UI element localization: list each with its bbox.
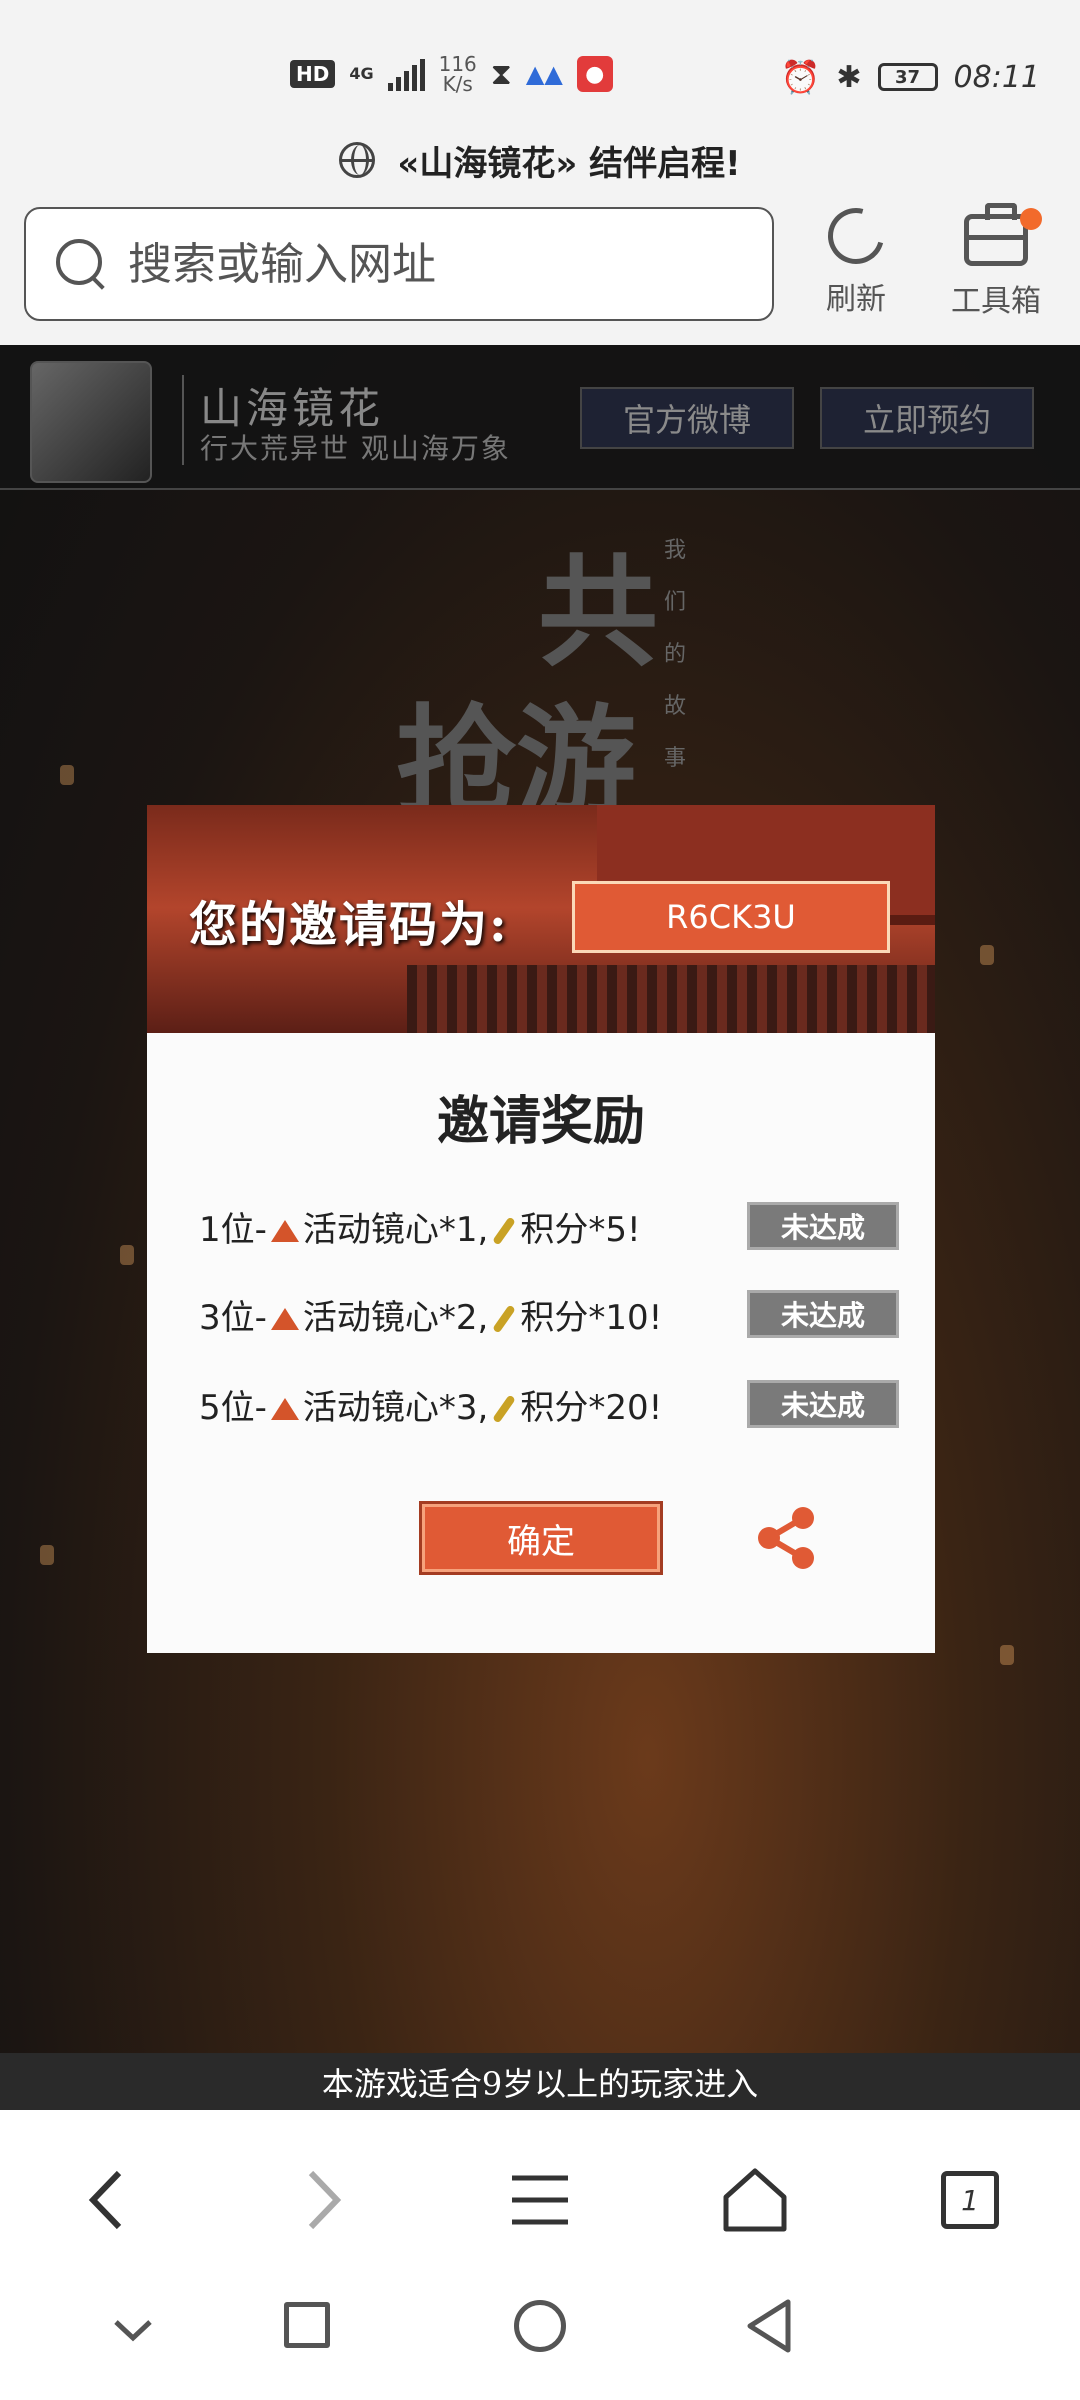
microphone-icon: ● [576, 56, 613, 92]
alarm-icon: ⏰ [780, 58, 821, 96]
cloud-icon: ▲▲ [525, 60, 563, 88]
invite-code-header: 您的邀请码为: R6CK3U [147, 805, 935, 1033]
toolbox-icon [964, 203, 1028, 266]
forward-button[interactable] [284, 2160, 364, 2240]
toolbox-button[interactable]: 工具箱 [936, 203, 1056, 328]
back-nav-button[interactable] [740, 2296, 800, 2360]
collapse-button[interactable] [108, 2310, 158, 2354]
mirror-icon [270, 1308, 299, 1330]
network-label: 4G [349, 64, 374, 83]
notification-dot [1020, 208, 1042, 230]
search-input[interactable] [126, 237, 726, 291]
feather-icon [492, 1216, 517, 1246]
home-nav-button[interactable] [514, 2300, 566, 2352]
page-title-bar: «山海镜花» 结伴启程! [0, 130, 1080, 190]
lantern-decoration [120, 1245, 134, 1265]
refresh-icon [817, 197, 895, 275]
refresh-label: 刷新 [826, 282, 886, 317]
reward-status-badge: 未达成 [747, 1380, 899, 1428]
dialog-title: 邀请奖励 [436, 1091, 645, 1152]
chevron-down-icon [114, 2320, 152, 2342]
status-left: HD 4G 116 K/s ⧗ ▲▲ ● [290, 54, 613, 94]
tabs-button[interactable]: 1 [930, 2160, 1010, 2240]
reward-text: 3位- 活动镜心*2, 积分*10! [199, 1297, 663, 1338]
roof-tiles-decoration [407, 965, 935, 1033]
network-speed: 116 K/s [438, 52, 477, 96]
hourglass-icon: ⧗ [490, 56, 512, 92]
age-notice: 本游戏适合9岁以上的玩家进入 [0, 2053, 1080, 2110]
reward-row: 3位- 活动镜心*2, 积分*10! 未达成 [199, 1289, 899, 1339]
signal-icon [387, 57, 425, 91]
vertical-tagline: 我 们 的 故 事 一 [663, 538, 686, 823]
reward-status-badge: 未达成 [747, 1290, 899, 1338]
invite-rewards-dialog: 邀请奖励 1位- 活动镜心*1, 积分*5! 未达成 3位- 活动镜心*2, 积分*10… [147, 1033, 935, 1653]
game-avatar [30, 361, 152, 483]
menu-button[interactable] [500, 2160, 580, 2240]
lantern-decoration [60, 765, 74, 785]
official-weibo-button[interactable]: 官方微博 [580, 387, 794, 449]
battery-icon: 37 [877, 63, 938, 91]
clock: 08:11 [953, 59, 1040, 95]
system-navigation-bar [0, 2290, 1080, 2400]
back-button[interactable] [66, 2160, 146, 2240]
game-tagline: 行大荒异世 观山海万象 [200, 432, 511, 465]
header-divider [182, 375, 184, 465]
page-title: «山海镜花» 结伴启程! [397, 143, 741, 184]
mirror-icon [270, 1398, 299, 1420]
tabs-count: 1 [941, 2171, 999, 2229]
lantern-decoration [980, 945, 994, 965]
share-icon[interactable] [751, 1503, 821, 1573]
reward-row: 5位- 活动镜心*3, 积分*20! 未达成 [199, 1379, 899, 1429]
search-icon [56, 239, 106, 289]
status-bar: HD 4G 116 K/s ⧗ ▲▲ ● ⏰ ✱ 37 08:11 [0, 0, 1080, 130]
lantern-decoration [40, 1545, 54, 1565]
back-icon [88, 2170, 122, 2230]
menu-icon [512, 2175, 568, 2225]
recents-button[interactable] [284, 2302, 330, 2348]
reward-text: 1位- 活动镜心*1, 积分*5! [199, 1209, 641, 1250]
address-bar[interactable] [24, 207, 774, 321]
browser-toolbar: 1 [0, 2110, 1080, 2290]
bluetooth-icon: ✱ [836, 59, 862, 95]
refresh-button[interactable]: 刷新 [796, 197, 916, 328]
mirror-icon [270, 1220, 299, 1242]
toolbox-label: 工具箱 [951, 284, 1041, 319]
reward-text: 5位- 活动镜心*3, 积分*20! [199, 1387, 663, 1428]
bg-title-char: 共 [538, 542, 658, 683]
reward-row: 1位- 活动镜心*1, 积分*5! 未达成 [199, 1201, 899, 1251]
confirm-button[interactable]: 确定 [419, 1501, 663, 1575]
reserve-button[interactable]: 立即预约 [820, 387, 1034, 449]
home-icon [723, 2168, 787, 2232]
status-right: ⏰ ✱ 37 08:11 [781, 58, 1040, 96]
hd-icon: HD [290, 60, 336, 88]
invite-code-value[interactable]: R6CK3U [572, 881, 890, 953]
reward-status-badge: 未达成 [747, 1202, 899, 1250]
back-triangle-icon [747, 2299, 791, 2353]
site-header: 山海镜花 行大荒异世 观山海万象 官方微博 立即预约 [0, 345, 1080, 490]
feather-icon [492, 1304, 517, 1334]
lantern-decoration [1000, 1645, 1014, 1665]
globe-icon [339, 142, 376, 178]
forward-icon [308, 2170, 342, 2230]
home-button[interactable] [715, 2160, 795, 2240]
invite-code-label: 您的邀请码为: [189, 897, 509, 953]
feather-icon [492, 1394, 517, 1424]
